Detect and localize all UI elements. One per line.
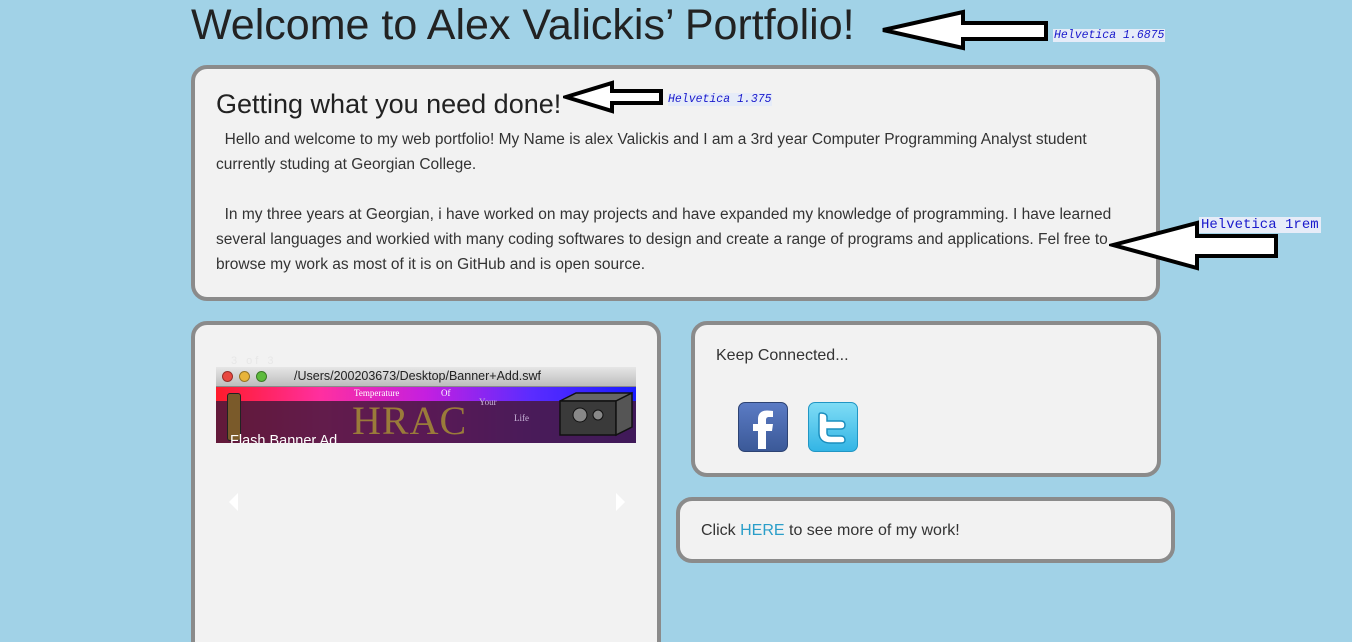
chevron-right-icon[interactable]	[616, 493, 625, 511]
twitter-icon[interactable]	[808, 402, 858, 452]
more-work-panel: Click HERE to see more of my work!	[676, 497, 1175, 563]
banner-word: Of	[441, 388, 451, 398]
minimize-dot-icon	[239, 371, 250, 382]
more-work-suffix: to see more of my work!	[784, 522, 960, 539]
mac-window-titlebar: /Users/200203673/Desktop/Banner+Add.swf	[216, 367, 636, 387]
slide-image[interactable]: /Users/200203673/Desktop/Banner+Add.swf …	[216, 367, 636, 443]
banner-logo-text: HRAC	[352, 398, 468, 443]
portfolio-page: Welcome to Alex Valickis’ Portfolio! Hel…	[0, 0, 1352, 642]
page-title: Welcome to Alex Valickis’ Portfolio!	[191, 1, 855, 49]
annotation-body-font: Helvetica 1rem	[1199, 217, 1321, 233]
device-box-icon	[559, 391, 633, 437]
facebook-glyph	[753, 410, 773, 449]
banner-word: Life	[514, 413, 529, 423]
slide-counter: 3 of 3	[231, 355, 277, 367]
more-work-text: Click HERE to see more of my work!	[701, 522, 960, 540]
banner-word: Your	[479, 397, 497, 407]
chevron-left-icon[interactable]	[229, 493, 238, 511]
annotation-arrow-heading	[563, 80, 663, 114]
intro-paragraph-1: Hello and welcome to my web portfolio! M…	[216, 131, 1091, 173]
zoom-dot-icon	[256, 371, 267, 382]
facebook-icon[interactable]	[738, 402, 788, 452]
annotation-heading-font: Helvetica 1.375	[668, 93, 772, 106]
social-panel: Keep Connected...	[691, 321, 1161, 477]
window-file-path: /Users/200203673/Desktop/Banner+Add.swf	[294, 369, 542, 383]
flash-banner: Temperature Of Your Life HRAC Flash Bann…	[216, 387, 636, 443]
close-dot-icon	[222, 371, 233, 382]
more-work-link[interactable]: HERE	[740, 522, 784, 539]
intro-paragraph-2: In my three years at Georgian, i have wo…	[216, 206, 1116, 273]
annotation-title-font: Helvetica 1.6875	[1053, 29, 1166, 42]
project-slider: 3 of 3 /Users/200203673/Desktop/Banner+A…	[191, 321, 661, 642]
intro-heading: Getting what you need done!	[216, 89, 562, 119]
more-work-prefix: Click	[701, 522, 741, 539]
social-title: Keep Connected...	[716, 347, 849, 364]
annotation-arrow-title	[882, 9, 1048, 51]
twitter-glyph	[818, 412, 846, 444]
slide-caption: Flash Banner Ad	[230, 433, 338, 443]
banner-word: Temperature	[354, 388, 400, 398]
